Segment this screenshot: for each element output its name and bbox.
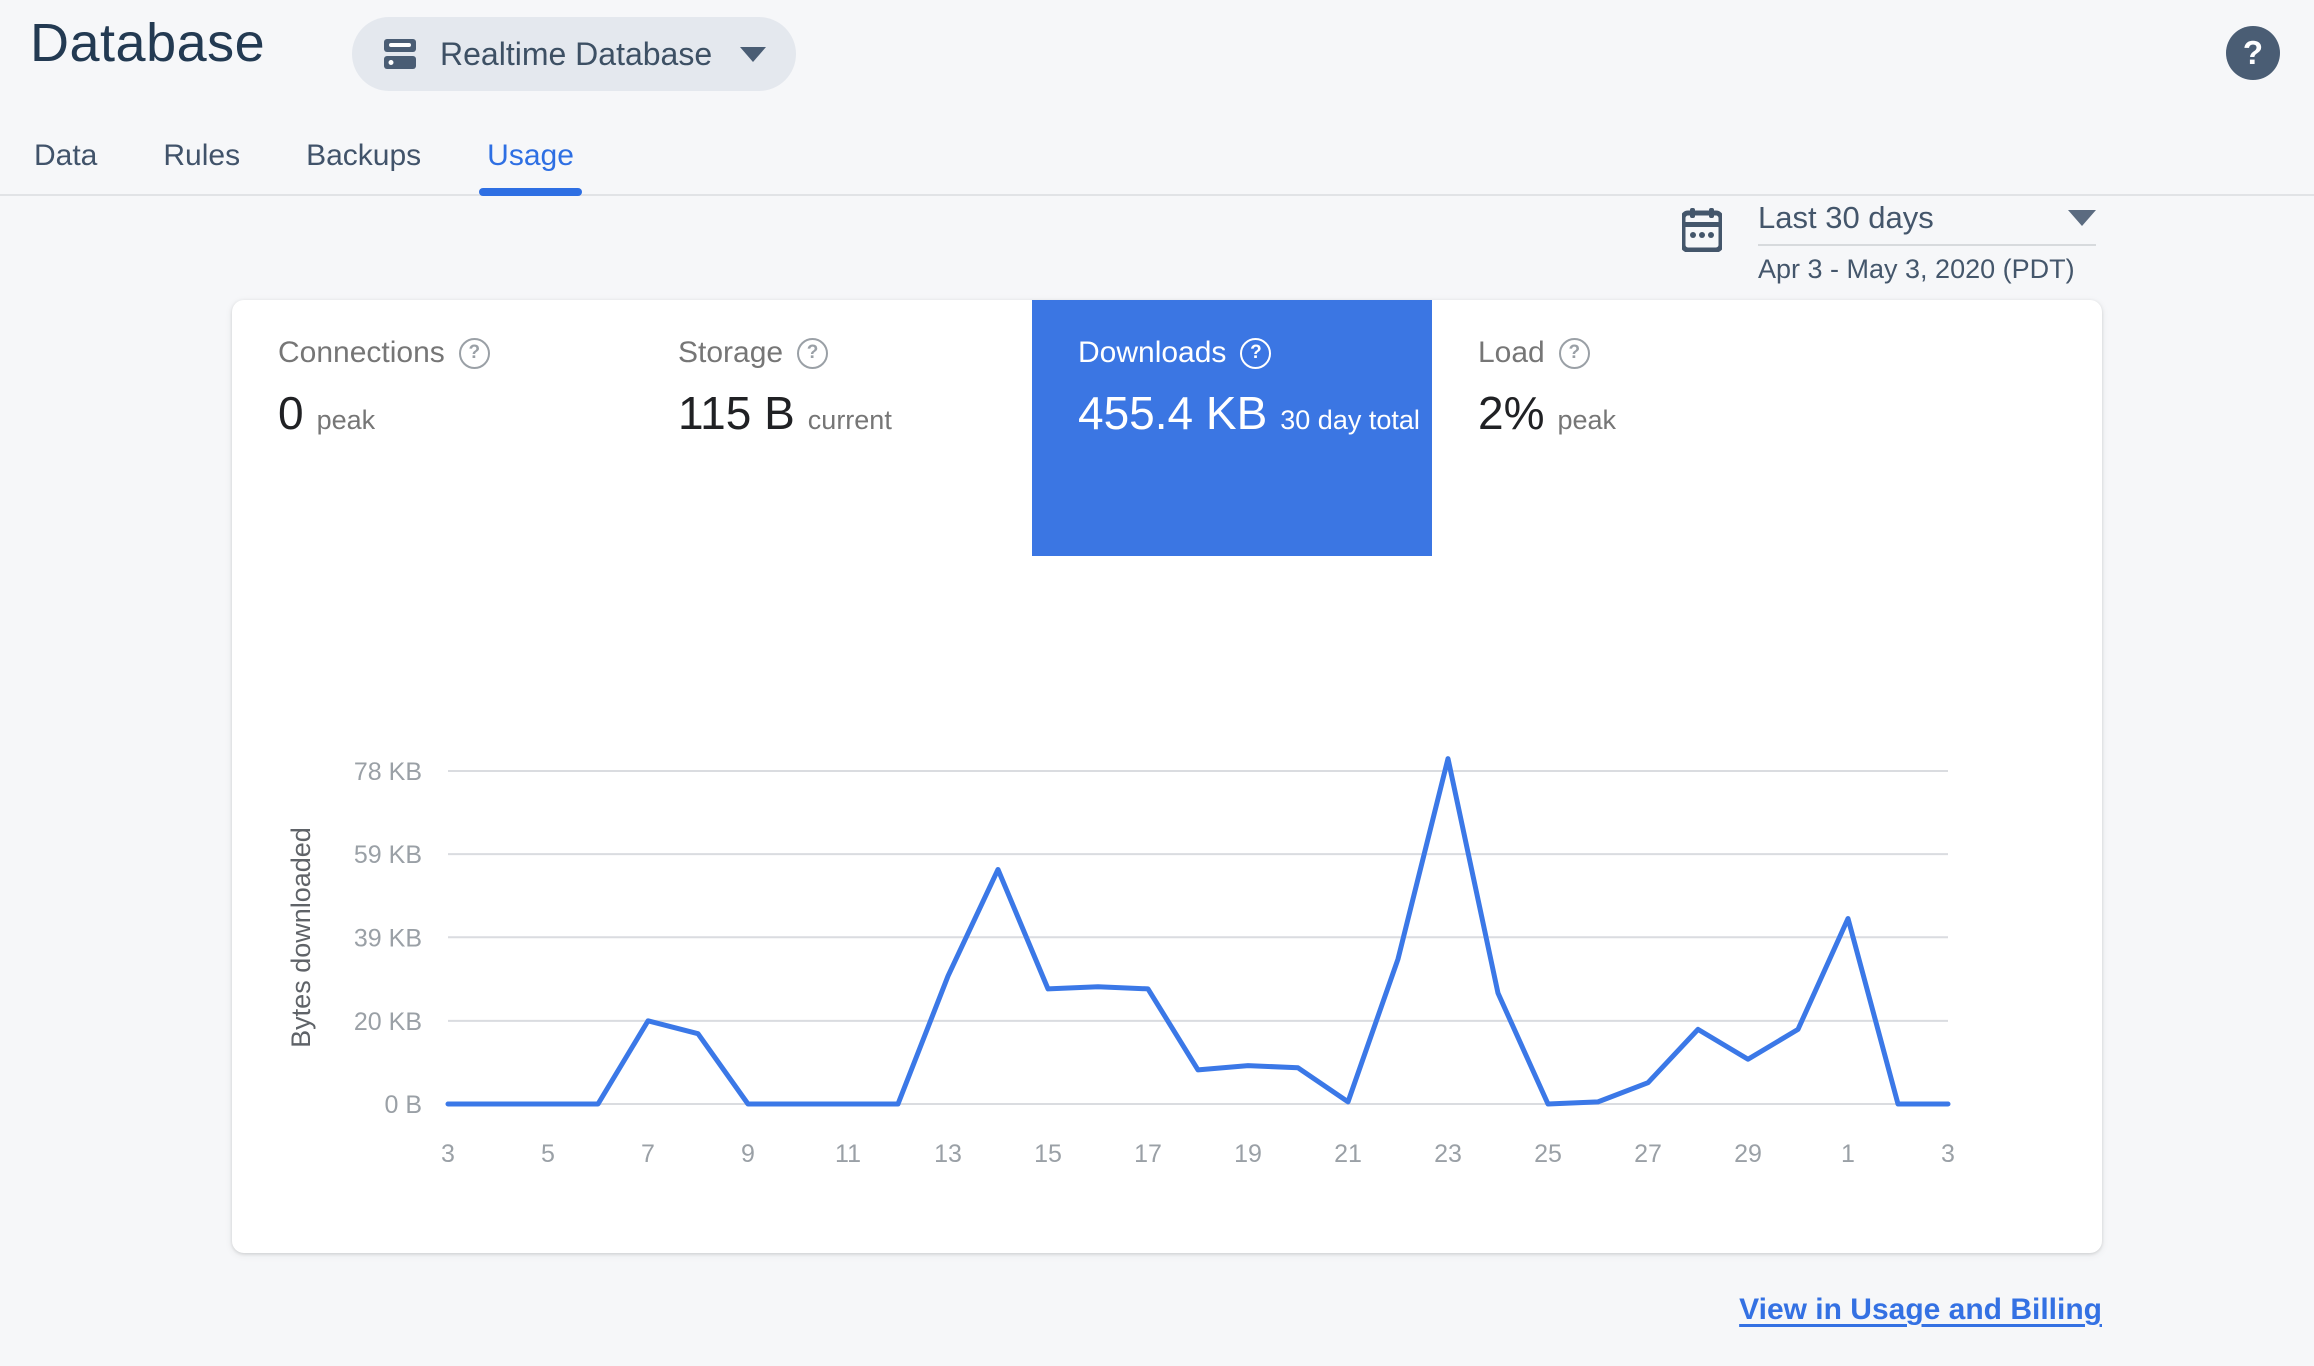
metric-tile-connections[interactable]: Connections? 0 peak — [232, 300, 632, 556]
x-axis-tick: 7 — [641, 1140, 655, 1168]
metric-suffix: 30 day total — [1280, 405, 1420, 435]
x-axis-tick: 9 — [741, 1140, 755, 1168]
y-axis-label: Bytes downloaded — [286, 827, 316, 1048]
usage-card: Connections? 0 peak Storage? 115 Bcurrent Dow… — [232, 300, 2102, 1253]
help-button[interactable]: ? — [2226, 26, 2280, 80]
y-axis-tick: 78 KB — [354, 758, 422, 786]
metric-tile-downloads[interactable]: Downloads? 455.4 KB 30 day total — [1032, 300, 1432, 556]
metric-tile-load[interactable]: Load? 2% peak — [1432, 300, 1832, 556]
metric-label: Connections — [278, 336, 445, 369]
metric-suffix: current — [807, 405, 892, 435]
x-axis-tick: 23 — [1434, 1140, 1462, 1168]
date-range-selector[interactable]: Last 30 days Apr 3 - May 3, 2020 (PDT) — [1680, 200, 2096, 285]
x-axis-tick: 3 — [441, 1140, 455, 1168]
downloads-chart: 0 B 20 KB 39 KB 59 KB 78 KB 3 5 7 9 11 13 15 17 19 21 2… — [270, 730, 1970, 1190]
database-icon — [382, 36, 418, 72]
metric-suffix: peak — [1557, 405, 1617, 435]
help-icon[interactable]: ? — [797, 337, 829, 369]
x-axis-tick: 1 — [1841, 1140, 1855, 1168]
metric-value: 455.4 KB — [1078, 387, 1268, 439]
metric-tiles: Connections? 0 peak Storage? 115 Bcurrent Dow… — [232, 300, 1832, 556]
database-selector-label: Realtime Database — [440, 35, 713, 72]
x-axis-tick: 17 — [1134, 1140, 1162, 1168]
chevron-down-icon[interactable] — [2068, 210, 2096, 226]
metric-label: Load — [1478, 336, 1545, 369]
tab-data[interactable]: Data — [34, 118, 97, 194]
x-axis-tick: 21 — [1334, 1140, 1362, 1168]
x-axis-tick: 3 — [1941, 1140, 1955, 1168]
view-usage-billing-link[interactable]: View in Usage and Billing — [1739, 1293, 2102, 1327]
tab-bar: Data Rules Backups Usage — [0, 118, 2314, 196]
metric-tile-storage[interactable]: Storage? 115 B current — [632, 300, 1032, 556]
x-axis-tick: 15 — [1034, 1140, 1062, 1168]
tab-rules[interactable]: Rules — [163, 118, 240, 194]
y-axis-tick: 39 KB — [354, 924, 422, 952]
date-range-preset: Last 30 days — [1758, 200, 1934, 235]
date-range-detail: Apr 3 - May 3, 2020 (PDT) — [1758, 254, 2075, 284]
chevron-down-icon — [740, 46, 767, 62]
y-axis-tick: 0 B — [384, 1091, 422, 1119]
metric-label: Storage — [678, 336, 784, 369]
metric-value: 115 B — [678, 387, 795, 439]
x-axis-tick: 27 — [1634, 1140, 1662, 1168]
downloads-line-series — [445, 756, 1951, 1107]
x-axis-tick: 19 — [1234, 1140, 1262, 1168]
metric-label: Downloads — [1078, 336, 1227, 369]
x-axis-tick: 13 — [934, 1140, 962, 1168]
help-icon[interactable]: ? — [1240, 337, 1272, 369]
x-axis-tick: 25 — [1534, 1140, 1562, 1168]
question-mark-icon: ? — [2242, 34, 2264, 71]
y-axis-tick: 20 KB — [354, 1008, 422, 1036]
metric-suffix: peak — [316, 405, 376, 435]
help-icon[interactable]: ? — [1558, 337, 1590, 369]
database-selector[interactable]: Realtime Database — [352, 17, 797, 91]
tab-backups[interactable]: Backups — [306, 118, 421, 194]
x-axis-tick: 5 — [541, 1140, 555, 1168]
x-axis-tick: 11 — [835, 1140, 861, 1168]
x-axis-tick: 29 — [1734, 1140, 1762, 1168]
tab-usage[interactable]: Usage — [479, 118, 582, 196]
calendar-icon — [1680, 208, 1724, 253]
y-axis-tick: 59 KB — [354, 841, 422, 869]
help-icon[interactable]: ? — [458, 337, 490, 369]
metric-value: 0 — [278, 387, 304, 439]
page-title: Database — [30, 13, 266, 73]
metric-value: 2% — [1478, 387, 1545, 439]
